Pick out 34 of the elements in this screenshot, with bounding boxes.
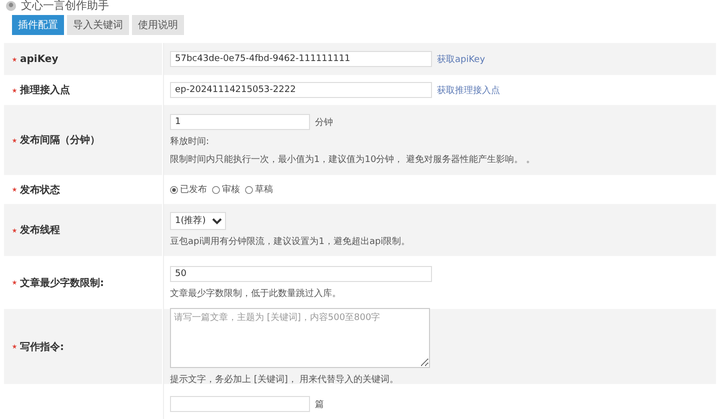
unit-label: 分钟 <box>315 116 333 128</box>
help-link[interactable]: 获取推理接入点 <box>437 84 500 96</box>
unit-label: 篇 <box>315 398 324 410</box>
hint-text: 提示文字，务必加上 [关键词]， 用来代替导入的关键词。 <box>170 374 400 386</box>
field-label: 推理接入点 <box>20 84 70 97</box>
prompt-textarea[interactable]: 请写一篇文章，主题为 [关键词]，内容500至800字 <box>170 308 430 368</box>
field-label: 发布间隔（分钟） <box>20 134 100 147</box>
hint-text: 文章最少字数限制，低于此数量跳过入库。 <box>170 288 342 300</box>
app-title: 文心一言创作助手 <box>21 0 109 12</box>
radio-label: 审核 <box>222 184 240 196</box>
radio-button[interactable] <box>212 186 220 194</box>
input-field[interactable] <box>170 396 310 412</box>
field-label: 发布状态 <box>20 184 60 196</box>
radio-label: 已发布 <box>180 184 207 196</box>
radio-button[interactable] <box>245 186 253 194</box>
input-field[interactable]: 50 <box>170 266 432 282</box>
input-field[interactable]: 1 <box>170 114 310 130</box>
field-label: apiKey <box>20 54 58 64</box>
tab[interactable]: 导入关键词 <box>67 15 129 35</box>
input-field[interactable]: ep-20241114215053-2222 <box>170 82 432 98</box>
tab[interactable]: 使用说明 <box>132 15 184 35</box>
field-label: 写作指令: <box>20 340 64 354</box>
help-link[interactable]: 获取apiKey <box>437 52 486 66</box>
hint-text: 限制时间内只能执行一次，最小值为1，建议值为10分钟， 避免对服务器性能产生影响。 。 <box>170 154 536 166</box>
input-field[interactable]: 57bc43de-0e75-4fbd-9462-111111111 <box>170 51 432 67</box>
hint-text: 豆包api调用有分钟限流，建议设置为1，避免超出api限制。 <box>170 236 412 248</box>
hint-text: 释放时间: <box>170 136 210 148</box>
thread-dropdown[interactable]: 1(推荐) <box>170 212 226 230</box>
logo-icon <box>6 1 16 11</box>
radio-button[interactable] <box>170 186 178 194</box>
field-label: 文章最少字数限制: <box>20 276 104 290</box>
radio-label: 草稿 <box>255 184 273 196</box>
field-label: 发布线程 <box>20 224 60 237</box>
tab[interactable]: 插件配置 <box>12 15 64 35</box>
